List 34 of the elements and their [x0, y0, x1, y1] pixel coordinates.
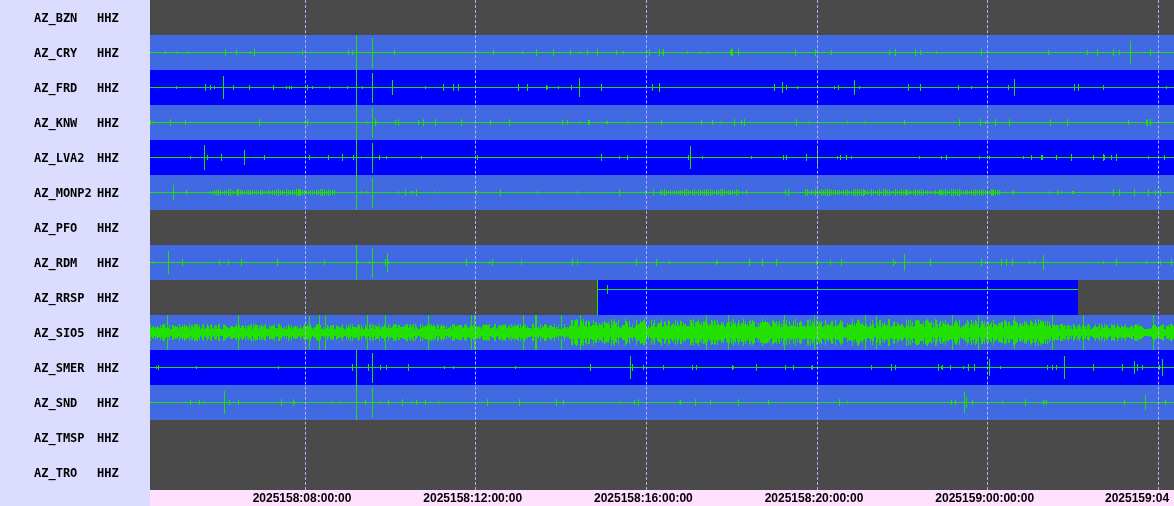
time-label: 2025158:20:00:00 [764, 491, 864, 505]
channel-label: HHZ [97, 185, 119, 200]
channel-label: HHZ [97, 10, 119, 25]
station-label: AZ_SIO5 [34, 325, 86, 340]
time-label: 2025158:16:00:00 [594, 491, 693, 505]
station-label: AZ_TRO [34, 465, 79, 480]
station-label: AZ_SND [34, 395, 79, 410]
channel-label: HHZ [97, 115, 119, 130]
station-label: AZ_FRD [34, 80, 79, 95]
station-label: AZ_BZN [34, 10, 79, 25]
station-label: AZ_TMSP [34, 430, 86, 445]
time-label: 2025158:08:00:00 [252, 491, 352, 505]
channel-label: HHZ [97, 220, 119, 235]
channel-label: HHZ [97, 45, 119, 60]
station-label: AZ_MONP2 [34, 185, 93, 200]
channel-label: HHZ [97, 360, 119, 375]
time-label: 2025159:04 [1105, 491, 1170, 505]
channel-label: HHZ [97, 325, 119, 340]
station-label: AZ_CRY [34, 45, 79, 60]
time-label: 2025159:00:00:00 [935, 491, 1035, 505]
station-label: AZ_LVA2 [34, 150, 86, 165]
station-label: AZ_SMER [34, 360, 86, 375]
channel-label: HHZ [97, 150, 119, 165]
channel-label: HHZ [97, 430, 119, 445]
channel-label: HHZ [97, 255, 119, 270]
channel-label: HHZ [97, 395, 119, 410]
channel-label: HHZ [97, 80, 119, 95]
channel-label: HHZ [97, 290, 119, 305]
time-label: 2025158:12:00:00 [423, 491, 523, 505]
station-label: AZ_PFO [34, 220, 79, 235]
station-label: AZ_RDM [34, 255, 79, 270]
station-label: AZ_KNW [34, 115, 79, 130]
station-label: AZ_RRSP [34, 290, 86, 305]
channel-label: HHZ [97, 465, 119, 480]
